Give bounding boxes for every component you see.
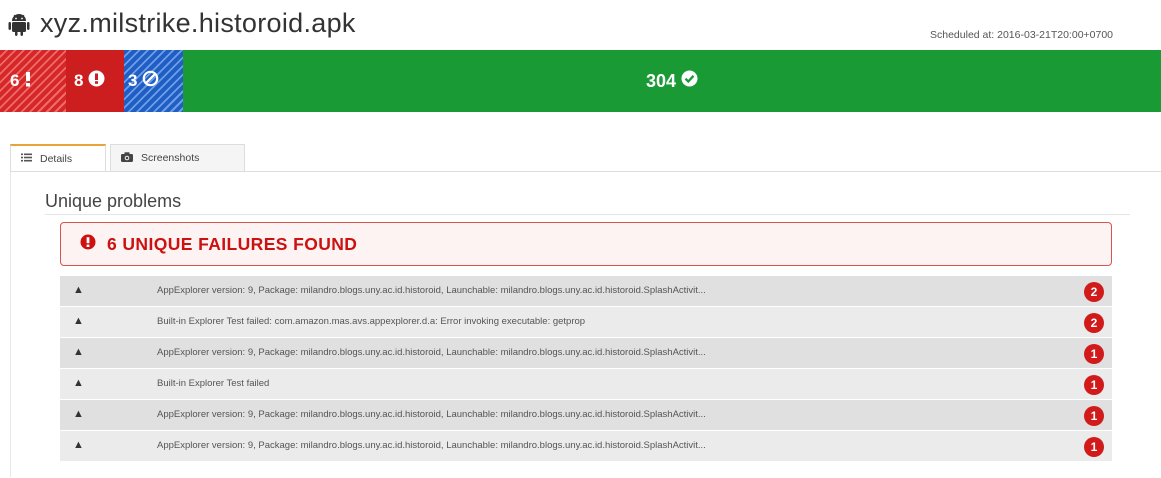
skipped-count: 3	[128, 71, 138, 90]
check-circle-icon	[681, 70, 698, 92]
problem-description: Built-in Explorer Test failed	[157, 378, 270, 389]
section-title: Unique problems	[45, 191, 182, 211]
scheduled-timestamp: Scheduled at: 2016-03-21T20:00+0700	[930, 29, 1114, 41]
list-item[interactable]: ▲ AppExplorer version: 9, Package: milan…	[60, 431, 1112, 462]
problem-description: Built-in Explorer Test failed: com.amazo…	[157, 316, 586, 327]
tab-screenshots[interactable]: Screenshots	[110, 144, 245, 172]
count-badge: 1	[1084, 437, 1104, 457]
warning-count: 6	[10, 71, 20, 90]
alert-message: 6 UNIQUE FAILURES FOUND	[107, 233, 358, 254]
failed-segment[interactable]: 8	[66, 50, 124, 112]
tab-details-label: Details	[40, 152, 73, 165]
section-divider	[45, 214, 1130, 215]
failures-alert: 6 UNIQUE FAILURES FOUND	[60, 222, 1112, 266]
caret-up-icon[interactable]: ▲	[73, 315, 84, 327]
count-badge: 1	[1084, 406, 1104, 426]
list-item[interactable]: ▲ AppExplorer version: 9, Package: milan…	[60, 276, 1112, 307]
problem-description: AppExplorer version: 9, Package: milandr…	[157, 285, 706, 296]
count-badge: 1	[1084, 375, 1104, 395]
alert-circle-icon	[80, 234, 96, 255]
passed-segment[interactable]: 304	[183, 50, 1161, 112]
warning-segment[interactable]: 6	[0, 50, 66, 112]
skipped-segment[interactable]: 3	[124, 50, 183, 112]
failed-count: 8	[74, 71, 84, 90]
android-icon	[8, 12, 30, 36]
tab-screenshots-label: Screenshots	[141, 152, 200, 164]
list-item[interactable]: ▲ Built-in Explorer Test failed: com.ama…	[60, 307, 1112, 338]
alert-circle-icon	[88, 70, 105, 92]
list-item[interactable]: ▲ AppExplorer version: 9, Package: milan…	[60, 400, 1112, 431]
caret-up-icon[interactable]: ▲	[73, 408, 84, 420]
caret-up-icon[interactable]: ▲	[73, 346, 84, 358]
content-border	[10, 172, 11, 477]
caret-up-icon[interactable]: ▲	[73, 284, 84, 296]
tab-divider	[10, 171, 1161, 172]
count-badge: 2	[1084, 313, 1104, 333]
tab-details[interactable]: Details	[10, 144, 106, 172]
ban-icon	[142, 70, 159, 92]
exclamation-icon	[24, 71, 32, 92]
list-item[interactable]: ▲ AppExplorer version: 9, Package: milan…	[60, 338, 1112, 369]
caret-up-icon[interactable]: ▲	[73, 439, 84, 451]
results-summary-bar: 6 8 3 304	[0, 50, 1161, 112]
report-header: xyz.milstrike.historoid.apk Scheduled at…	[0, 0, 1161, 50]
list-item[interactable]: ▲ Built-in Explorer Test failed 1	[60, 369, 1112, 400]
count-badge: 2	[1084, 282, 1104, 302]
camera-icon	[121, 151, 133, 165]
app-title: xyz.milstrike.historoid.apk	[40, 8, 356, 38]
caret-up-icon[interactable]: ▲	[73, 377, 84, 389]
problem-description: AppExplorer version: 9, Package: milandr…	[157, 409, 706, 420]
problem-list: ▲ AppExplorer version: 9, Package: milan…	[60, 276, 1112, 462]
problem-description: AppExplorer version: 9, Package: milandr…	[157, 347, 706, 358]
count-badge: 1	[1084, 344, 1104, 364]
passed-count: 304	[645, 70, 677, 91]
list-icon	[21, 153, 32, 165]
problem-description: AppExplorer version: 9, Package: milandr…	[157, 440, 706, 451]
